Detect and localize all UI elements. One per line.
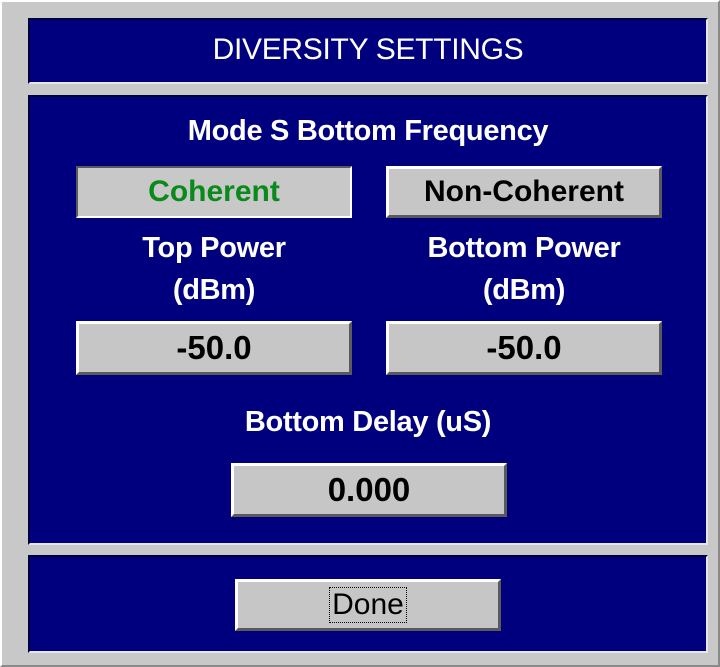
coherent-button[interactable]: Coherent	[76, 166, 352, 218]
top-power-field[interactable]: -50.0	[76, 321, 352, 375]
settings-panel: Mode S Bottom Frequency Coherent Non-Coh…	[28, 95, 708, 545]
non-coherent-button[interactable]: Non-Coherent	[386, 166, 662, 218]
bottom-power-label: Bottom Power (dBm)	[386, 227, 662, 311]
bottom-power-label-text: Bottom Power (dBm)	[427, 232, 621, 306]
bottom-power-field[interactable]: -50.0	[386, 321, 662, 375]
title-panel: DIVERSITY SETTINGS	[28, 18, 708, 84]
diversity-settings-dialog: DIVERSITY SETTINGS Mode S Bottom Frequen…	[0, 0, 720, 667]
top-power-label-text: Top Power (dBm)	[142, 232, 286, 306]
bottom-delay-field[interactable]: 0.000	[231, 463, 507, 517]
dialog-title: DIVERSITY SETTINGS	[212, 33, 524, 66]
done-button-label: Done	[329, 587, 407, 623]
bottom-delay-label: Bottom Delay (uS)	[244, 406, 492, 438]
top-power-label: Top Power (dBm)	[76, 227, 352, 311]
done-button[interactable]: Done	[235, 579, 501, 631]
mode-s-bottom-frequency-label: Mode S Bottom Frequency	[187, 115, 549, 147]
footer-panel: Done	[28, 555, 708, 653]
